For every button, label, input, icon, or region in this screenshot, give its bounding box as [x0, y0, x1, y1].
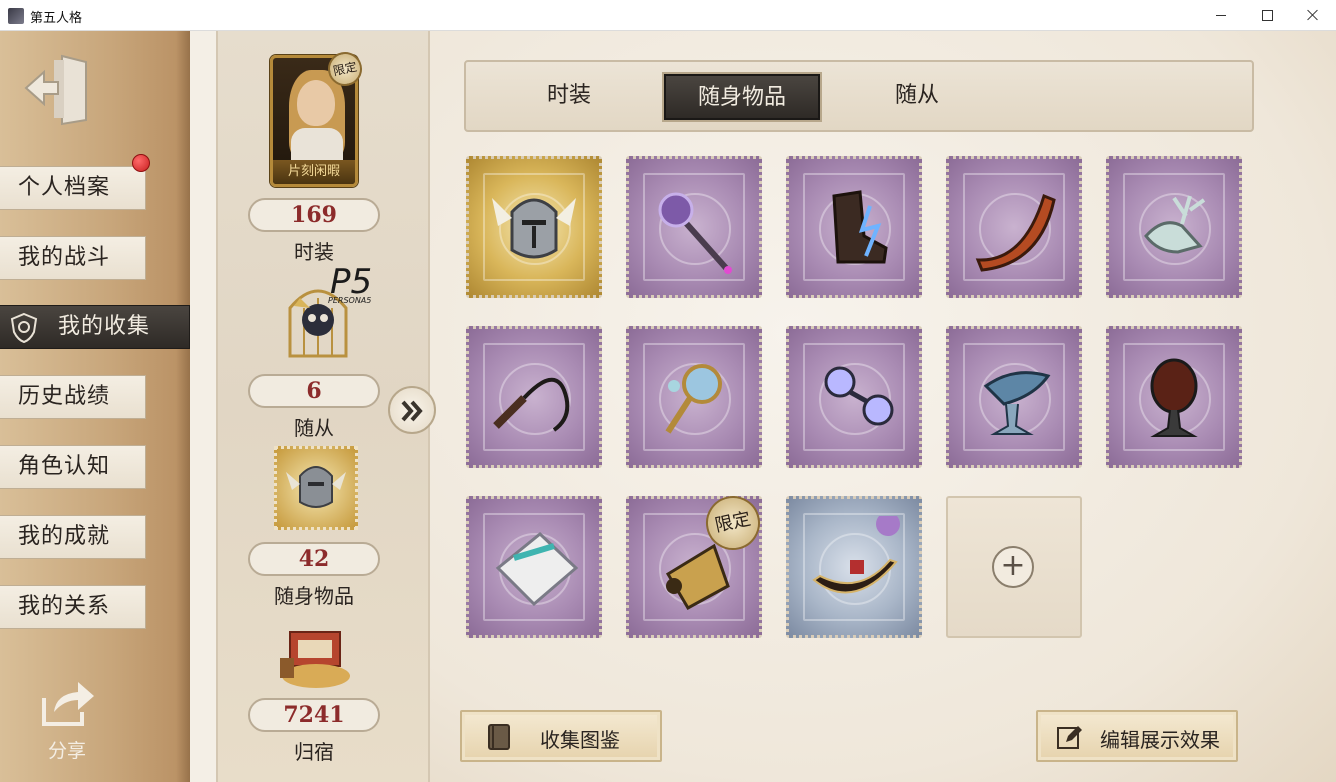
- feather-pillow-icon: [495, 532, 579, 607]
- whip-icon: [493, 377, 570, 432]
- portrait-face: [297, 80, 335, 126]
- close-button[interactable]: [1290, 0, 1336, 31]
- item-card[interactable]: [786, 496, 922, 638]
- minimize-button[interactable]: [1198, 0, 1244, 31]
- item-card[interactable]: [946, 326, 1082, 468]
- share-label: 分享: [47, 740, 86, 762]
- gondola-icon: [812, 516, 900, 594]
- menu-item-battles[interactable]: 我的战斗: [0, 236, 146, 280]
- menu-item-label: 历史战绩: [18, 384, 111, 409]
- menu-item-label: 我的战斗: [18, 245, 111, 270]
- plus-icon[interactable]: +: [992, 546, 1034, 588]
- expand-chevron-button[interactable]: [388, 386, 436, 434]
- tab-accessories[interactable]: 随身物品: [664, 74, 820, 120]
- menu-item-label: 个人档案: [18, 175, 111, 200]
- tab-followers[interactable]: 随从: [854, 74, 980, 120]
- portrait-caption: 片刻闲暇: [273, 160, 355, 184]
- menu-item-relations[interactable]: 我的关系: [0, 585, 146, 629]
- window-titlebar: 第五人格: [0, 0, 1336, 31]
- accessory-count: 42: [248, 542, 380, 576]
- tab-costume[interactable]: 时装: [506, 74, 632, 120]
- item-card[interactable]: [626, 156, 762, 298]
- persona5-logo-text: PERSONA5: [328, 296, 372, 305]
- book-icon: [488, 724, 510, 750]
- collection-guide-button[interactable]: 收集图鉴: [460, 710, 662, 762]
- item-card[interactable]: [946, 156, 1082, 298]
- boomerang-icon: [975, 194, 1056, 272]
- orb-goggles-icon: [824, 366, 894, 426]
- crystal-scepter-icon: [658, 192, 732, 274]
- item-card[interactable]: [786, 156, 922, 298]
- menu-item-achievements[interactable]: 我的成就: [0, 515, 146, 559]
- deer-head-icon: [1144, 195, 1206, 254]
- follower-label: 随从: [294, 416, 334, 440]
- menu-item-collection[interactable]: 我的收集: [0, 305, 190, 349]
- accessory-thumbnail[interactable]: [274, 446, 358, 530]
- dark-goblet-icon: [1150, 358, 1198, 437]
- item-card[interactable]: 限定: [626, 490, 766, 638]
- lightning-boot-icon: [832, 190, 888, 264]
- follower-count: 6: [248, 374, 380, 408]
- window-title: 第五人格: [30, 11, 83, 26]
- menu-item-profile[interactable]: 个人档案: [0, 166, 146, 210]
- share-icon: [42, 682, 94, 726]
- menu-item-label: 我的收集: [58, 314, 151, 339]
- item-card[interactable]: [1106, 156, 1242, 298]
- dolphin-goblet-icon: [983, 371, 1051, 435]
- menu-item-label: 角色认知: [18, 454, 111, 479]
- costume-count: 169: [248, 198, 380, 232]
- exit-door-icon[interactable]: [24, 52, 94, 126]
- item-card[interactable]: [466, 496, 602, 638]
- double-chevron-right-icon: [401, 400, 423, 422]
- accessory-label: 随身物品: [274, 584, 354, 608]
- app-icon: [8, 8, 24, 24]
- menu-item-character-knowledge[interactable]: 角色认知: [0, 445, 146, 489]
- home-label: 归宿: [294, 740, 334, 764]
- menu-item-label: 我的成就: [18, 524, 111, 549]
- costume-label: 时装: [294, 240, 334, 264]
- edit-icon: [1057, 726, 1082, 749]
- edit-display-label: 编辑展示效果: [1100, 728, 1220, 752]
- shield-icon: [8, 312, 40, 344]
- share-button[interactable]: 分享: [38, 676, 98, 766]
- item-card[interactable]: [1106, 326, 1242, 468]
- maximize-button[interactable]: [1244, 0, 1290, 31]
- home-count: 7241: [248, 698, 380, 732]
- item-card-empty[interactable]: +: [946, 496, 1082, 638]
- menu-item-history[interactable]: 历史战绩: [0, 375, 146, 419]
- item-card[interactable]: [786, 326, 922, 468]
- edit-display-button[interactable]: 编辑展示效果: [1036, 710, 1238, 762]
- item-card[interactable]: [466, 326, 602, 468]
- menu-item-label: 我的关系: [18, 594, 111, 619]
- ornate-mirror-icon: [665, 364, 722, 434]
- winged-helmet-icon: [492, 198, 576, 259]
- item-card[interactable]: [466, 156, 602, 298]
- item-card[interactable]: [626, 326, 762, 468]
- follower-thumbnail[interactable]: P5 PERSONA5: [270, 262, 372, 364]
- collection-guide-label: 收集图鉴: [540, 728, 620, 752]
- category-tabs: 时装 随身物品 随从: [464, 60, 1254, 132]
- home-thumbnail[interactable]: [274, 618, 358, 692]
- notification-dot: [132, 154, 150, 172]
